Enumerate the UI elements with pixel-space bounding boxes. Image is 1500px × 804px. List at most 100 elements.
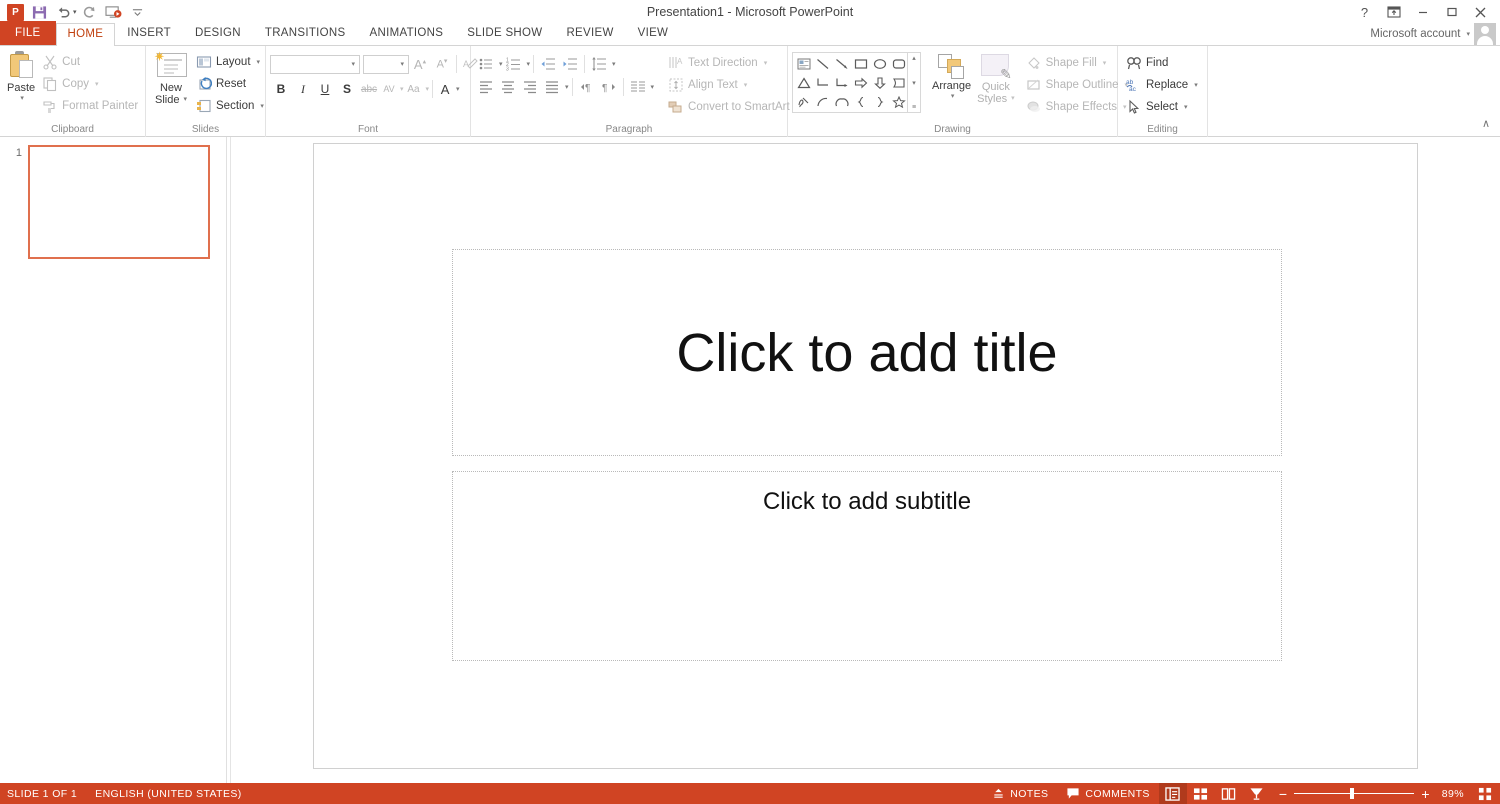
paste-button[interactable]: Paste ▾: [4, 49, 38, 104]
shape-rectangle-icon[interactable]: [851, 54, 870, 73]
shape-right-arrow-icon[interactable]: [851, 73, 870, 92]
close-button[interactable]: [1467, 1, 1494, 23]
language-label[interactable]: ENGLISH (UNITED STATES): [95, 788, 242, 800]
ribbon-display-options-icon[interactable]: [1380, 1, 1407, 23]
undo-caret-icon[interactable]: ▾: [73, 8, 77, 16]
zoom-control[interactable]: − + 89%: [1271, 787, 1472, 801]
underline-button[interactable]: U: [314, 78, 336, 100]
shapes-gallery[interactable]: [792, 52, 908, 113]
text-direction-caret-icon[interactable]: ▾: [764, 59, 768, 67]
font-size-input[interactable]: ▾: [363, 54, 409, 74]
align-right-button[interactable]: [519, 76, 541, 98]
layout-button[interactable]: Layout ▾: [192, 51, 268, 73]
replace-button[interactable]: ab ac Replace ▾: [1122, 74, 1202, 96]
reading-view-button[interactable]: [1215, 783, 1243, 804]
tab-file[interactable]: FILE: [0, 21, 56, 45]
app-logo-icon[interactable]: P: [4, 2, 26, 22]
zoom-out-button[interactable]: −: [1279, 787, 1288, 801]
slide-show-view-button[interactable]: [1243, 783, 1271, 804]
gallery-up-icon[interactable]: ▴: [912, 54, 916, 62]
reset-button[interactable]: Reset: [192, 73, 268, 95]
redo-icon[interactable]: [79, 2, 101, 22]
paste-caret-icon[interactable]: ▾: [20, 94, 24, 102]
shape-textbox-icon[interactable]: [794, 54, 813, 73]
shape-elbow-connector-icon[interactable]: [813, 73, 832, 92]
copy-caret-icon[interactable]: ▾: [95, 80, 99, 88]
tab-review[interactable]: REVIEW: [554, 22, 625, 45]
zoom-in-button[interactable]: +: [1421, 787, 1430, 801]
tab-view[interactable]: VIEW: [626, 22, 681, 45]
font-size-caret-icon[interactable]: ▾: [400, 60, 404, 68]
subtitle-placeholder[interactable]: Click to add subtitle: [452, 471, 1282, 661]
change-case-caret-icon[interactable]: ▾: [426, 85, 430, 93]
tab-home[interactable]: HOME: [55, 23, 116, 46]
title-placeholder[interactable]: Click to add title: [452, 249, 1282, 456]
gallery-more-icon[interactable]: ≡: [912, 104, 916, 111]
help-icon[interactable]: ?: [1351, 1, 1378, 23]
account-area[interactable]: Microsoft account ▾: [1370, 23, 1500, 45]
font-color-button[interactable]: A: [436, 78, 454, 100]
minimize-button[interactable]: [1409, 1, 1436, 23]
shape-left-brace-icon[interactable]: [851, 92, 870, 111]
tab-slide-show[interactable]: SLIDE SHOW: [455, 22, 554, 45]
normal-view-button[interactable]: [1158, 783, 1187, 804]
shape-arc-icon[interactable]: [813, 92, 832, 111]
align-text-button[interactable]: Align Text ▾: [664, 74, 803, 96]
bold-button[interactable]: B: [270, 78, 292, 100]
right-to-left-button[interactable]: ¶: [598, 76, 620, 98]
font-name-caret-icon[interactable]: ▾: [351, 60, 355, 68]
section-caret-icon[interactable]: ▾: [260, 102, 264, 110]
zoom-slider-thumb[interactable]: [1350, 788, 1355, 799]
arrange-caret-icon[interactable]: ▾: [951, 92, 955, 100]
account-caret-icon[interactable]: ▾: [1466, 30, 1470, 38]
left-to-right-button[interactable]: ¶: [576, 76, 598, 98]
shape-line-arrow-icon[interactable]: [832, 54, 851, 73]
strikethrough-button[interactable]: abc: [358, 78, 380, 100]
section-button[interactable]: Section ▾: [192, 95, 268, 117]
slide-canvas[interactable]: Click to add title Click to add subtitle: [313, 143, 1418, 769]
tab-animations[interactable]: ANIMATIONS: [358, 22, 456, 45]
align-center-button[interactable]: [497, 76, 519, 98]
shape-outline-button[interactable]: Shape Outline ▾: [1022, 74, 1132, 96]
cut-button[interactable]: Cut: [38, 51, 142, 73]
arrange-button[interactable]: Arrange ▾: [929, 52, 974, 102]
font-name-input[interactable]: ▾: [270, 54, 360, 74]
line-spacing-caret-icon[interactable]: ▾: [612, 60, 616, 68]
columns-button[interactable]: [627, 76, 649, 98]
quick-styles-button[interactable]: ✎ Quick Styles ▾: [974, 52, 1017, 107]
text-direction-button[interactable]: A Text Direction ▾: [664, 52, 803, 74]
shape-rounded-rectangle-icon[interactable]: [889, 54, 908, 73]
grow-font-button[interactable]: A▴: [409, 53, 431, 75]
save-icon[interactable]: [28, 2, 50, 22]
quick-styles-caret-icon[interactable]: ▾: [1011, 93, 1015, 105]
slide-count-label[interactable]: SLIDE 1 OF 1: [7, 788, 77, 800]
tab-design[interactable]: DESIGN: [183, 22, 253, 45]
replace-caret-icon[interactable]: ▾: [1194, 81, 1198, 89]
align-text-caret-icon[interactable]: ▾: [744, 81, 748, 89]
new-slide-button[interactable]: ✷ New Slide ▾: [150, 49, 192, 108]
shape-triangle-icon[interactable]: [794, 73, 813, 92]
tab-transitions[interactable]: TRANSITIONS: [253, 22, 358, 45]
format-painter-button[interactable]: Format Painter: [38, 95, 142, 117]
numbering-button[interactable]: 123: [503, 53, 525, 75]
justify-button[interactable]: [541, 76, 563, 98]
increase-indent-button[interactable]: [559, 53, 581, 75]
shape-star-icon[interactable]: [889, 92, 908, 111]
undo-icon[interactable]: [52, 2, 74, 22]
customize-qat-icon[interactable]: [127, 2, 149, 22]
shape-pentagon-flag-icon[interactable]: [889, 73, 908, 92]
notes-button[interactable]: NOTES: [983, 783, 1057, 804]
find-button[interactable]: Find: [1122, 52, 1202, 74]
font-color-caret-icon[interactable]: ▾: [456, 85, 460, 93]
zoom-percent-label[interactable]: 89%: [1437, 788, 1464, 800]
zoom-slider[interactable]: [1294, 788, 1415, 799]
slide-sorter-view-button[interactable]: [1187, 783, 1215, 804]
select-button[interactable]: Select ▾: [1122, 96, 1202, 118]
character-spacing-button[interactable]: AV: [380, 78, 398, 100]
start-slideshow-icon[interactable]: [103, 2, 125, 22]
shape-fill-button[interactable]: Shape Fill ▾: [1022, 52, 1132, 74]
bullets-button[interactable]: [475, 53, 497, 75]
convert-to-smartart-button[interactable]: Convert to SmartArt ▾: [664, 96, 803, 118]
shape-down-arrow-icon[interactable]: [870, 73, 889, 92]
tab-insert[interactable]: INSERT: [115, 22, 183, 45]
